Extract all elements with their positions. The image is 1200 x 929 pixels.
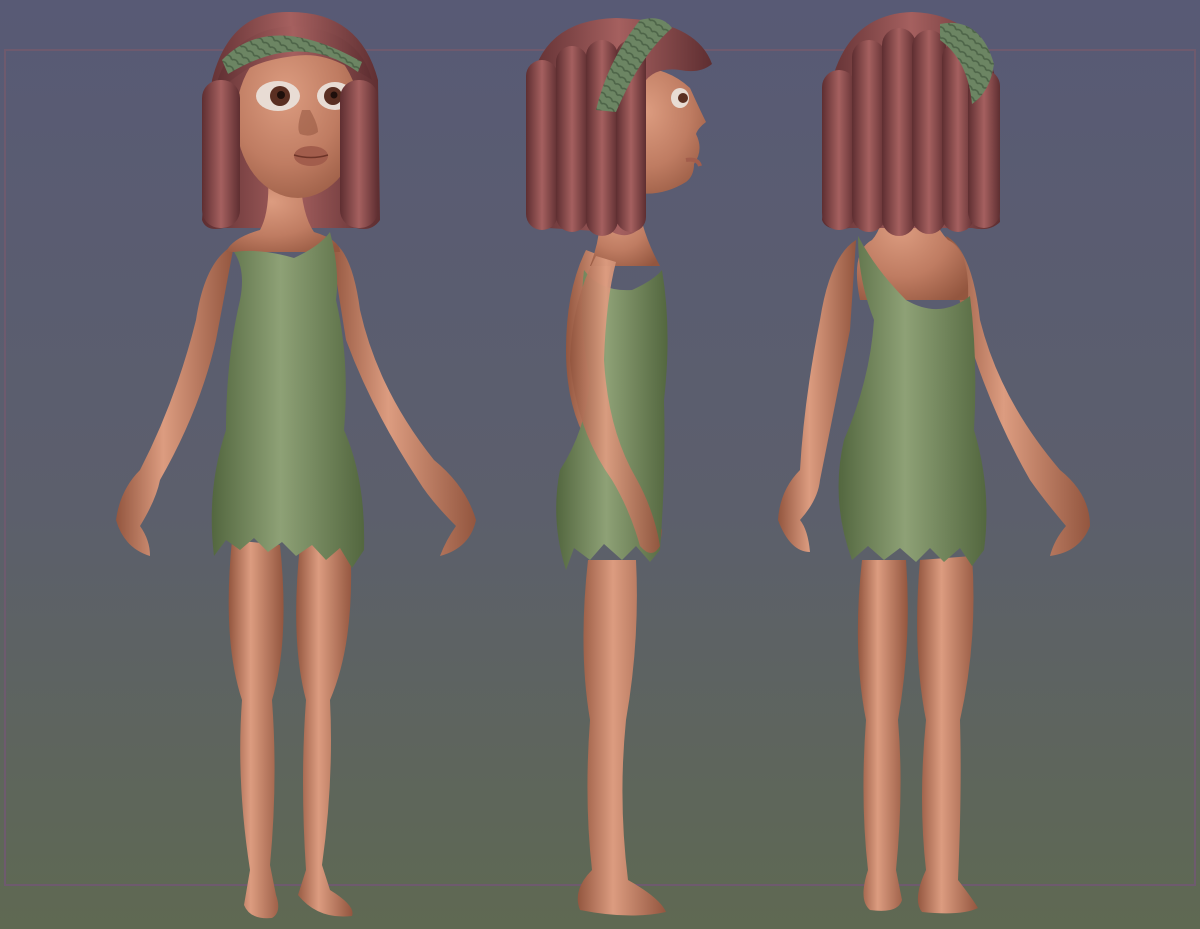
front-hair-lock-left <box>340 80 378 228</box>
front-hair-lock-right <box>202 80 240 228</box>
turnaround-canvas <box>0 0 1200 929</box>
sculpt-turnaround-viewport <box>0 0 1200 929</box>
